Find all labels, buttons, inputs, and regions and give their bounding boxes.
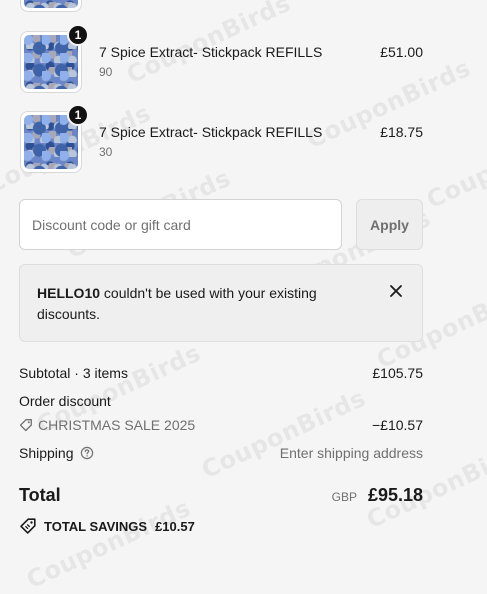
quantity-badge: 1 <box>67 104 89 126</box>
tag-icon <box>19 517 37 535</box>
tag-icon <box>19 418 33 432</box>
shipping-row: Shipping <box>19 445 94 461</box>
product-thumbnail-partial <box>20 0 82 12</box>
discount-error-notice: HELLO10 couldn't be used with your exist… <box>19 264 423 342</box>
watermark: CouponBirds <box>197 383 370 485</box>
notice-message: HELLO10 couldn't be used with your exist… <box>37 283 357 325</box>
shipping-value: Enter shipping address <box>279 445 423 461</box>
product-price: £18.75 <box>380 124 423 140</box>
shipping-label: Shipping <box>19 445 74 461</box>
total-value: £95.18 <box>367 485 423 505</box>
notice-code: HELLO10 <box>37 285 101 301</box>
discount-code-input[interactable] <box>19 199 342 250</box>
quantity-badge: 1 <box>67 24 89 46</box>
discount-code-row: CHRISTMAS SALE 2025 <box>19 417 195 433</box>
apply-discount-button[interactable]: Apply <box>356 199 423 250</box>
close-icon[interactable] <box>388 283 404 299</box>
discount-value: −£10.57 <box>372 417 423 433</box>
order-discount-label: Order discount <box>19 393 111 409</box>
total-savings-row: TOTAL SAVINGS £10.57 <box>19 517 195 535</box>
watermark: CouponBirds <box>22 493 195 594</box>
savings-value: £10.57 <box>155 518 195 534</box>
product-title: 7 Spice Extract- Stickpack REFILLS <box>99 44 323 60</box>
discount-code: CHRISTMAS SALE 2025 <box>38 417 196 433</box>
product-price: £51.00 <box>380 44 423 60</box>
subtotal-label: Subtotal · 3 items <box>19 365 128 381</box>
product-title: 7 Spice Extract- Stickpack REFILLS <box>99 124 323 140</box>
question-circle-icon[interactable] <box>80 446 94 460</box>
product-variant: 30 <box>99 145 113 159</box>
product-thumbnail: 1 <box>20 104 89 173</box>
watermark: CouponBirds <box>422 113 487 215</box>
total-label: Total <box>19 485 61 505</box>
product-thumbnail: 1 <box>20 24 89 93</box>
total-currency: GBP <box>331 490 357 504</box>
savings-label: TOTAL SAVINGS <box>44 518 148 534</box>
product-variant: 90 <box>99 65 113 79</box>
subtotal-value: £105.75 <box>372 365 423 381</box>
